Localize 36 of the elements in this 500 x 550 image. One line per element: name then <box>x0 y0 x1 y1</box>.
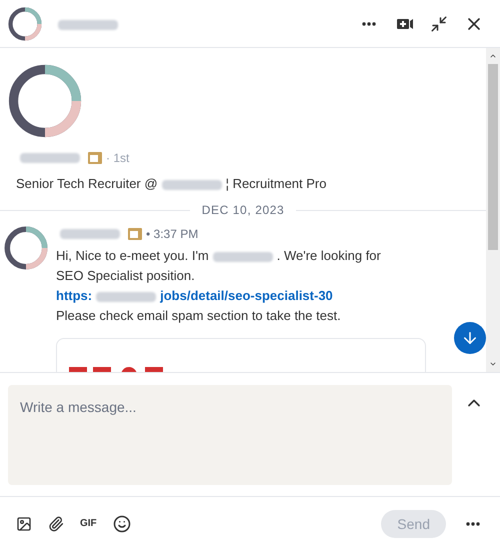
premium-badge-icon <box>128 228 142 240</box>
attach-button[interactable] <box>48 516 64 532</box>
emoji-button[interactable] <box>112 514 131 532</box>
date-divider: DEC 10, 2023 <box>200 202 286 218</box>
avatar-icon <box>8 6 42 40</box>
avatar-icon <box>4 226 48 270</box>
message-field[interactable]: Write a message... <box>8 385 452 485</box>
smile-icon <box>112 514 131 532</box>
scroll-up-icon <box>489 52 497 60</box>
redacted-text <box>60 229 120 239</box>
profile-headline: Senior Tech Recruiter @ ¦ Recruitment Pro <box>16 175 328 193</box>
more-icon <box>466 522 480 526</box>
job-link[interactable]: https: jobs/detail/seo-specialist-30 <box>56 286 482 306</box>
gif-button[interactable]: GIF <box>80 516 97 531</box>
message-time: • 3:37 PM <box>146 226 198 242</box>
connection-degree: · 1st <box>106 150 130 166</box>
redacted-text <box>58 20 118 30</box>
link-preview-card[interactable] <box>56 338 426 372</box>
message-text: Please check email spam section to take the test. <box>56 307 342 325</box>
arrow-down-icon <box>461 329 479 347</box>
more-icon <box>362 22 376 26</box>
scroll-down-button[interactable] <box>454 322 486 354</box>
redacted-text <box>212 252 273 262</box>
avatar-icon <box>8 64 82 138</box>
paperclip-icon <box>48 516 64 532</box>
minimize-icon <box>430 14 448 32</box>
redacted-text <box>96 292 156 302</box>
image-icon <box>16 516 32 532</box>
scroll-down-icon <box>489 360 497 368</box>
message-text: Hi, Nice to e-meet you. I'm . We're looking for SEO Specialist position. <box>56 247 382 285</box>
scrollbar[interactable] <box>486 48 500 372</box>
premium-badge-icon <box>88 152 102 164</box>
redacted-text <box>20 153 80 163</box>
image-button[interactable] <box>16 516 32 532</box>
video-icon <box>396 16 414 30</box>
redacted-text <box>162 180 222 190</box>
